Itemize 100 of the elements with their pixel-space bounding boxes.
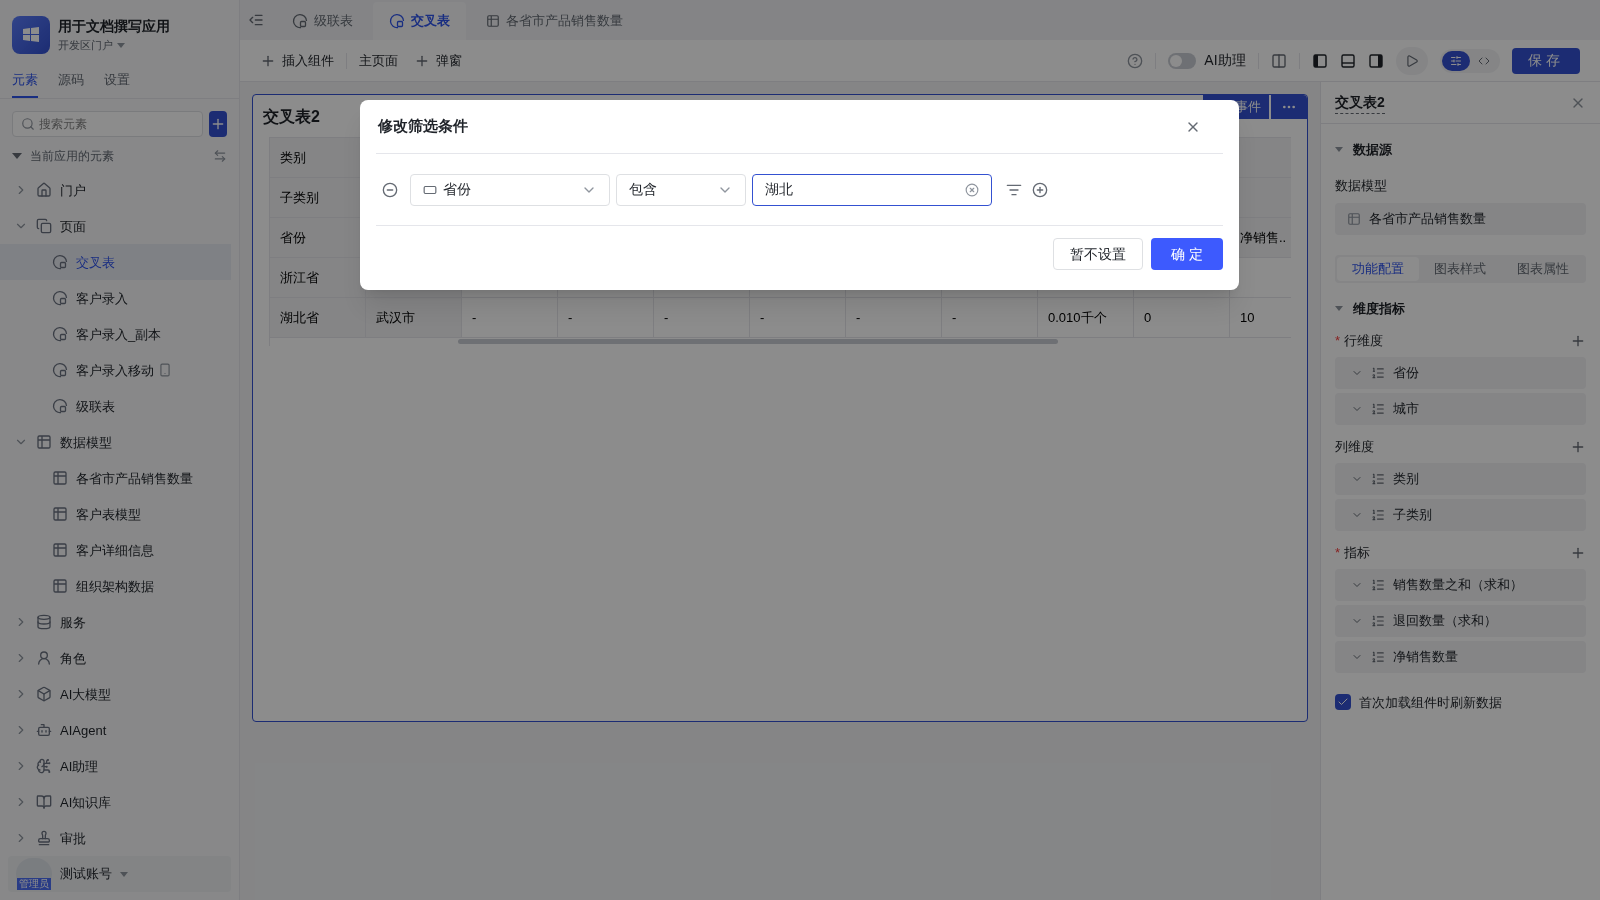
tree-item[interactable]: 审批 [0, 820, 231, 857]
tree-item[interactable]: 页面 [0, 208, 231, 245]
tree-item[interactable]: 交叉表 [0, 244, 231, 281]
table-cell: - [654, 298, 750, 338]
confirm-button[interactable]: 确 定 [1151, 238, 1223, 270]
tree-item[interactable]: 客户录入_副本 [0, 316, 231, 353]
caret-icon[interactable] [1335, 147, 1343, 153]
tree-item[interactable]: AI大模型 [0, 676, 231, 713]
tree-item[interactable]: 组织架构数据 [0, 568, 231, 605]
tree-item[interactable]: AI助理 [0, 748, 231, 785]
field-item[interactable]: 省份 [1335, 356, 1586, 389]
list-icon [1371, 507, 1385, 522]
remove-condition-icon[interactable] [382, 181, 398, 198]
tree-item[interactable]: 客户录入移动 [0, 352, 231, 389]
checkbox[interactable] [1335, 694, 1351, 711]
settings-mode-button[interactable] [1441, 50, 1470, 71]
tree-item[interactable]: AI知识库 [0, 784, 231, 821]
save-button[interactable]: 保存 [1511, 47, 1580, 74]
tree-item[interactable]: 各省市产品销售数量 [0, 460, 231, 497]
field-item[interactable]: 净销售数量 [1335, 640, 1586, 673]
robot-icon [36, 722, 52, 739]
stamp-icon [36, 830, 52, 847]
tree-root-label: 当前应用的元素 [30, 148, 115, 166]
right-panel-icon[interactable] [1367, 52, 1384, 69]
tree-item[interactable]: 服务 [0, 604, 231, 641]
tree-item[interactable]: 数据模型 [0, 424, 231, 461]
tree-item[interactable]: 门户 [0, 172, 231, 209]
table-icon [486, 14, 500, 28]
tree-item-label: 客户录入 [76, 289, 128, 308]
tree-item[interactable]: AIAgent [0, 712, 231, 749]
field-item[interactable]: 城市 [1335, 392, 1586, 425]
page-tab[interactable]: 交叉表 [373, 2, 466, 40]
table-cell: - [942, 298, 1038, 338]
operator-select[interactable]: 包含 [616, 173, 746, 206]
home-page-button[interactable]: 主页面 [359, 50, 398, 71]
tree-item[interactable]: 角色 [0, 640, 231, 677]
book-icon [36, 794, 52, 811]
table-cell: - [750, 298, 846, 338]
tree-item[interactable]: 客户详细信息 [0, 532, 231, 569]
sidebar-tab[interactable]: 源码 [58, 70, 84, 98]
tree-item[interactable]: 级联表 [0, 388, 231, 425]
model-select[interactable]: 各省市产品销售数量 [1335, 203, 1586, 235]
value-input[interactable]: 湖北 [765, 179, 965, 200]
collapse-icon[interactable] [248, 12, 264, 28]
layout-icon[interactable] [1270, 52, 1287, 69]
skip-button[interactable]: 暂不设置 [1053, 238, 1144, 270]
group-label: 指标 [1344, 543, 1371, 562]
caret-icon[interactable] [120, 871, 128, 877]
required-mark: * [1335, 331, 1341, 350]
table-icon [1347, 212, 1361, 226]
tree-item-label: 角色 [60, 649, 86, 668]
app-logo [12, 16, 50, 54]
swap-icon[interactable] [213, 149, 227, 164]
row-header-cell: 湖北省 [270, 298, 366, 338]
tree-item-label: 客户表模型 [76, 505, 141, 524]
add-condition-icon[interactable] [1032, 181, 1048, 198]
panel-title: 交叉表2 [1335, 91, 1385, 114]
popup-button[interactable]: 弹窗 [414, 50, 462, 71]
field-label: 数据模型 [1335, 176, 1388, 195]
table-icon [52, 542, 68, 559]
config-tab[interactable]: 图表样式 [1419, 257, 1502, 281]
config-tab[interactable]: 图表属性 [1501, 257, 1584, 281]
page-icon [52, 398, 68, 415]
preview-button[interactable] [1395, 46, 1428, 75]
list-icon [1371, 577, 1385, 592]
tree-item-label: AI大模型 [60, 685, 112, 704]
card-title: 交叉表2 [262, 107, 321, 127]
scrollbar-thumb[interactable] [458, 339, 1058, 344]
search-input[interactable]: 搜索元素 [39, 114, 194, 133]
value-field[interactable]: 湖北 [752, 173, 992, 206]
page-tab[interactable]: 级联表 [276, 2, 369, 40]
left-panel-icon[interactable] [1311, 52, 1328, 69]
search-field[interactable]: 搜索元素 [12, 110, 203, 137]
field-item[interactable]: 子类别 [1335, 498, 1586, 531]
bottom-panel-icon[interactable] [1339, 52, 1356, 69]
tree-item[interactable]: 客户录入 [0, 280, 231, 317]
page-tab[interactable]: 各省市产品销售数量 [470, 2, 639, 40]
sidebar-tab[interactable]: 设置 [104, 70, 130, 98]
field-item[interactable]: 销售数量之和（求和） [1335, 568, 1586, 601]
ai-toggle-label: AI助理 [1204, 51, 1246, 70]
config-tab[interactable]: 功能配置 [1337, 257, 1420, 281]
insert-component-button[interactable]: 插入组件 [260, 50, 334, 71]
caret-icon[interactable] [12, 153, 22, 160]
page-icon [292, 13, 308, 29]
tree-item[interactable]: 客户表模型 [0, 496, 231, 533]
field-item[interactable]: 退回数量（求和） [1335, 604, 1586, 637]
more-button[interactable] [1271, 95, 1307, 119]
clear-icon[interactable] [965, 182, 979, 197]
sidebar-tab[interactable]: 元素 [12, 70, 38, 98]
database-icon [36, 614, 52, 631]
ai-toggle[interactable] [1168, 52, 1197, 69]
help-icon[interactable] [1127, 52, 1144, 69]
add-button[interactable] [209, 110, 227, 137]
portal-dropdown[interactable]: 开发区门户 [58, 37, 170, 54]
page-icon [52, 326, 68, 343]
field-item[interactable]: 类别 [1335, 462, 1586, 495]
tree-item-label: 各省市产品销售数量 [76, 469, 193, 488]
tree-item-label: 客户详细信息 [76, 541, 154, 560]
field-select[interactable]: 省份 [410, 173, 610, 206]
caret-icon[interactable] [1335, 306, 1343, 312]
